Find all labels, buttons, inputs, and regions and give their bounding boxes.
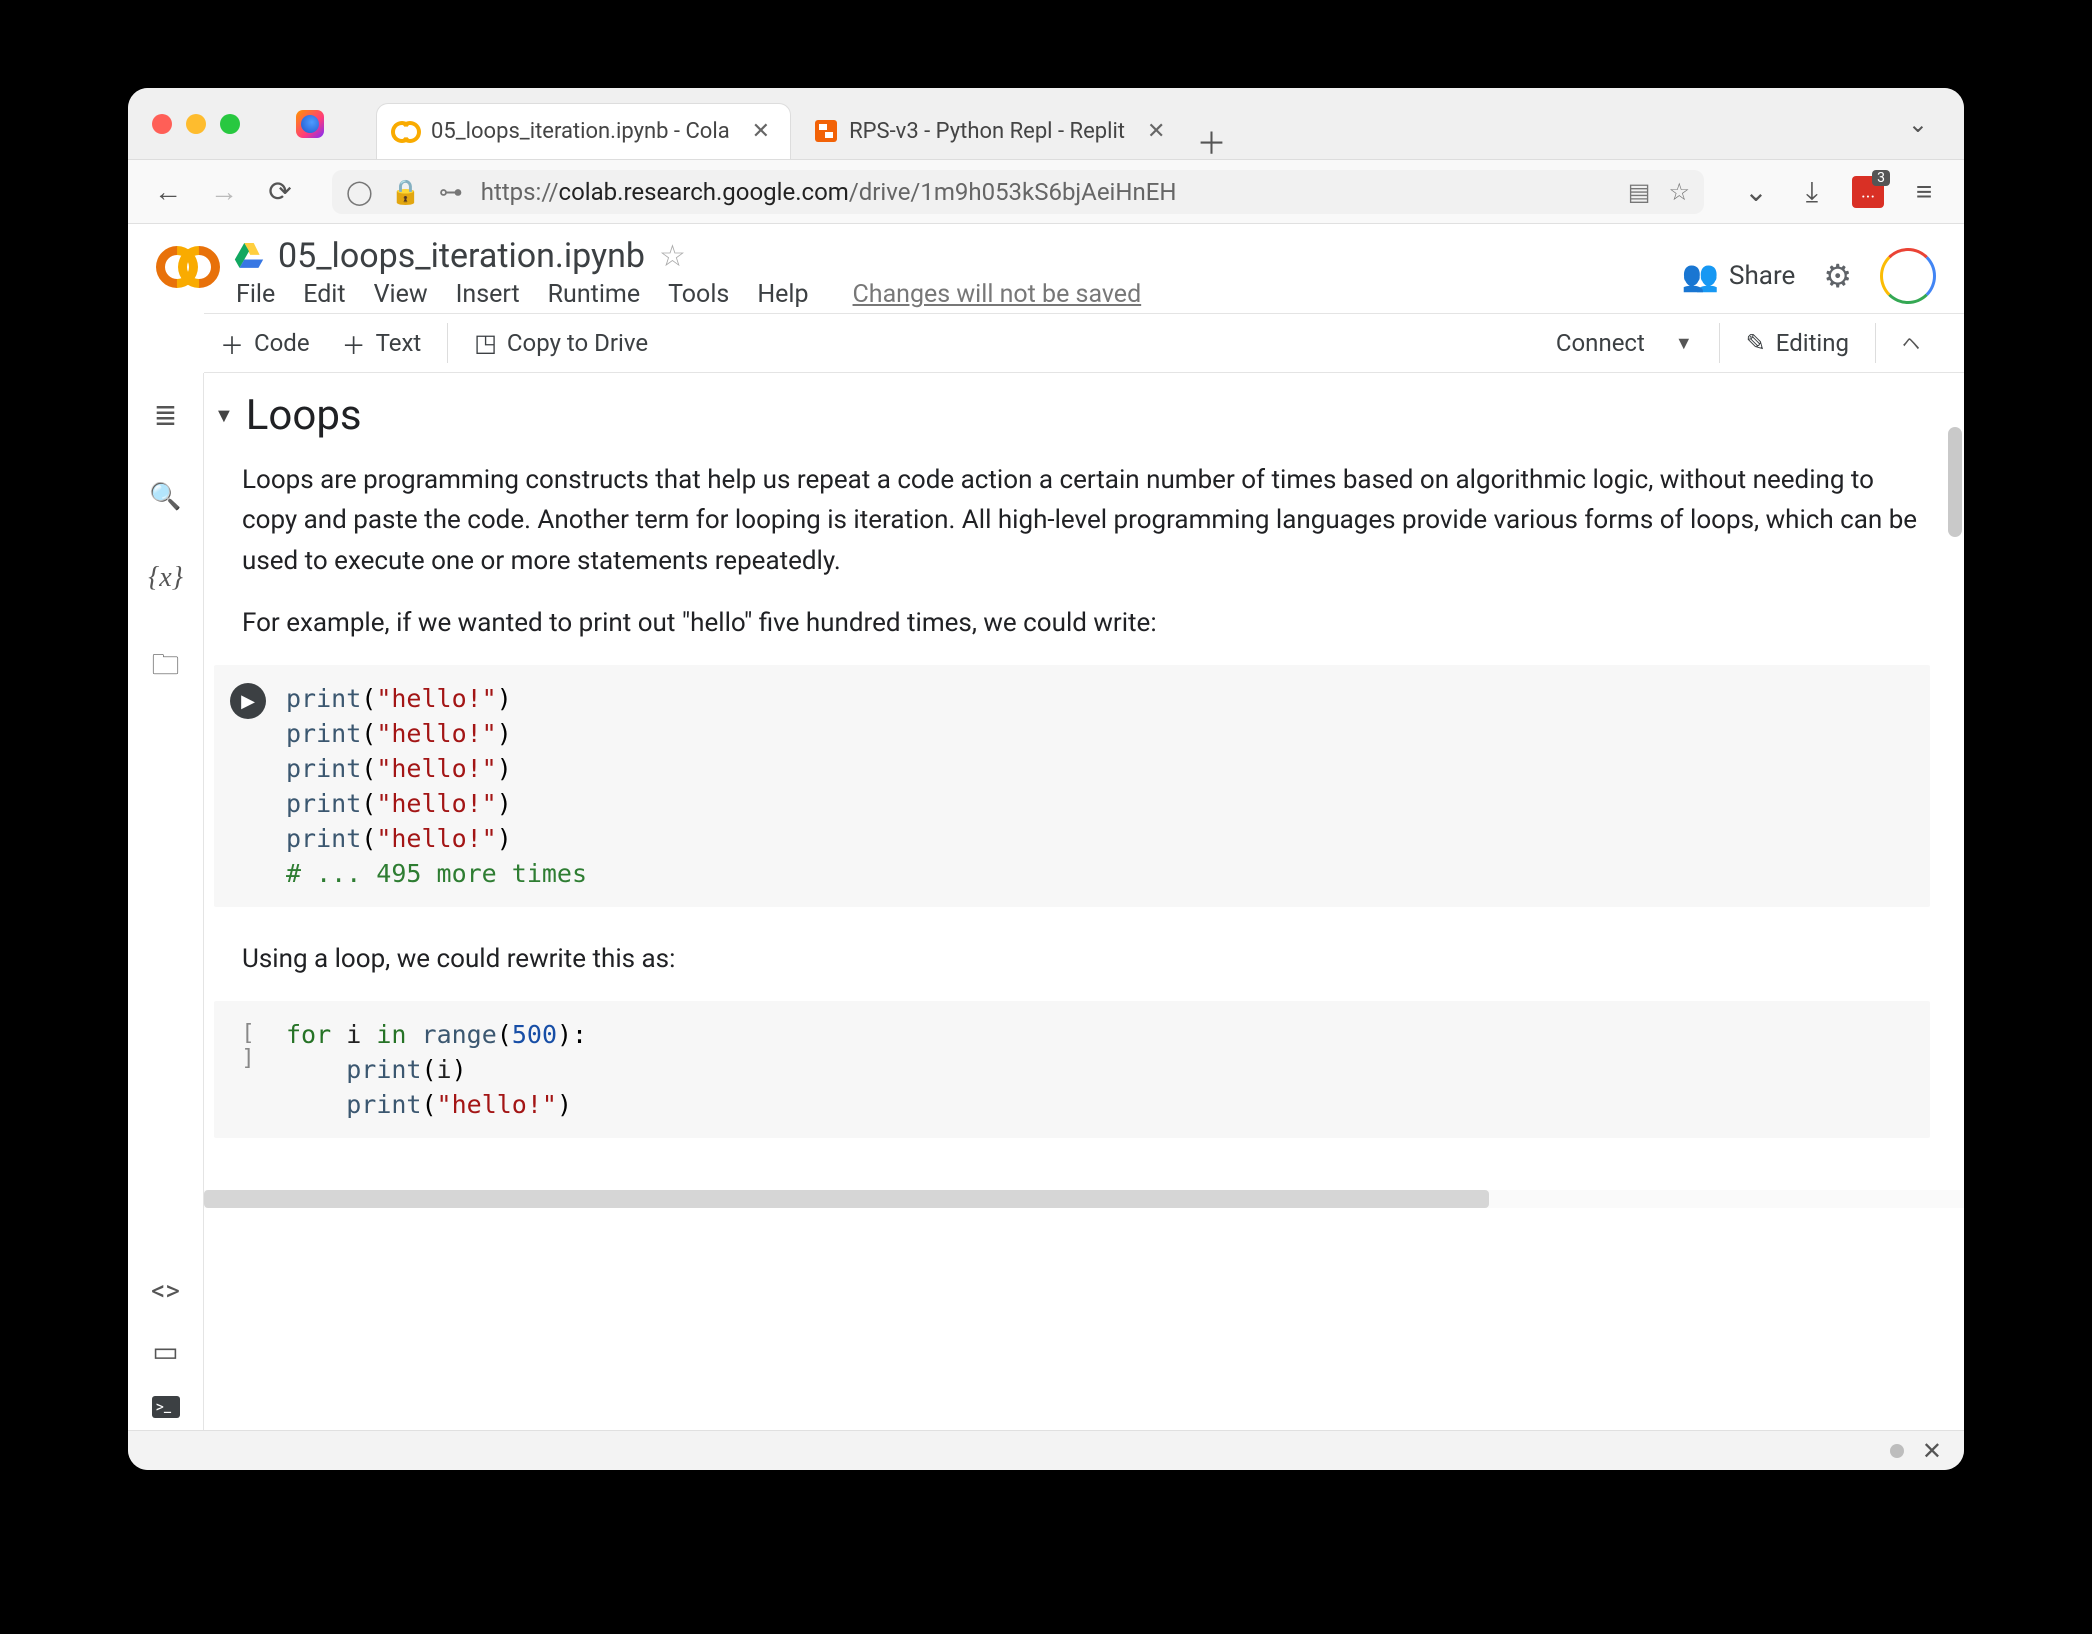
editing-mode-button[interactable]: ✎Editing [1730,329,1865,357]
heading-text: Loops [246,391,362,440]
vertical-scrollbar[interactable] [1948,427,1962,537]
browser-window: 05_loops_iteration.ipynb - Cola ✕ RPS-v3… [128,88,1964,1470]
run-cell-button[interactable]: ▶ [230,683,266,719]
horizontal-scrollbar[interactable] [204,1190,1964,1208]
colab-header: 05_loops_iteration.ipynb ☆ File Edit Vie… [128,224,1964,313]
paragraph: Loops are programming constructs that he… [214,460,1930,581]
drive-icon [234,243,264,269]
drive-icon: ◳ [474,329,497,357]
forward-button[interactable]: → [208,175,240,208]
files-icon[interactable]: 🗀 [151,644,179,692]
traffic-lights [152,114,240,134]
colab-logo-icon [156,246,220,288]
paragraph: For example, if we wanted to print out "… [214,603,1930,643]
copy-to-drive-button[interactable]: ◳Copy to Drive [458,329,664,357]
reload-button[interactable]: ⟳ [264,175,296,208]
add-code-button[interactable]: ＋Code [204,326,326,361]
paragraph: Using a loop, we could rewrite this as: [214,939,1930,979]
permissions-icon: ⊶ [439,178,463,206]
cell-prompt[interactable]: [ ] [230,1017,266,1122]
shield-icon: ◯ [346,178,373,206]
bookmark-star-icon[interactable]: ☆ [1668,178,1690,206]
chevron-up-icon: ヘ [1902,330,1920,356]
connect-button[interactable]: Connect▼ [1540,329,1709,357]
replit-favicon-icon [815,120,837,142]
titlebar-overflow[interactable]: ⌄ [1908,110,1948,138]
notebook-area[interactable]: ▼ Loops Loops are programming constructs… [204,373,1964,1430]
terminal-icon[interactable]: >_ [152,1396,180,1418]
collapse-button[interactable]: ヘ [1886,330,1936,356]
avatar[interactable] [1880,248,1936,304]
plus-icon: ＋ [342,326,366,361]
tab-replit[interactable]: RPS-v3 - Python Repl - Replit ✕ [799,103,1185,159]
toc-icon[interactable]: ≣ [154,399,177,432]
changes-status[interactable]: Changes will not be saved [853,280,1142,309]
settings-gear-icon[interactable]: ⚙ [1823,257,1852,295]
close-window[interactable] [152,114,172,134]
search-icon[interactable]: 🔍 [149,482,181,512]
back-button[interactable]: ← [152,175,184,208]
menu-file[interactable]: File [236,280,275,309]
menu-view[interactable]: View [374,280,428,309]
tab-title: RPS-v3 - Python Repl - Replit [849,119,1125,144]
separator [447,323,448,363]
close-tab-icon[interactable]: ✕ [1147,119,1165,144]
status-dot-icon [1890,1444,1904,1458]
share-button[interactable]: 👥 Share [1682,259,1796,294]
lock-icon: 🔒 [391,178,421,206]
markdown-cell: Using a loop, we could rewrite this as: [214,939,1930,979]
separator [1875,323,1876,363]
firefox-icon [296,110,324,138]
collapse-section-icon[interactable]: ▼ [214,403,234,428]
star-icon[interactable]: ☆ [659,239,686,274]
plus-icon: ＋ [220,326,244,361]
share-label: Share [1729,261,1795,291]
colab-app: 05_loops_iteration.ipynb ☆ File Edit Vie… [128,224,1964,1430]
people-icon: 👥 [1682,259,1719,294]
url-text: https://colab.research.google.com/drive/… [481,178,1177,206]
pencil-icon: ✎ [1746,329,1766,357]
code-content[interactable]: print("hello!") print("hello!") print("h… [286,681,587,891]
new-tab-button[interactable]: ＋ [1193,123,1229,159]
code-snippets-icon[interactable]: <> [151,1274,180,1307]
reader-mode-icon[interactable]: ▤ [1628,178,1651,206]
close-tab-icon[interactable]: ✕ [752,119,770,144]
pocket-icon[interactable]: ⌄ [1740,175,1772,208]
code-cell-2[interactable]: [ ] for i in range(500): print(i) print(… [214,1001,1930,1138]
separator [1719,323,1720,363]
downloads-icon[interactable]: ⤓ [1796,175,1828,209]
add-text-button[interactable]: ＋Text [326,326,438,361]
section-heading: ▼ Loops [214,391,1930,440]
colab-toolbar: ＋Code ＋Text ◳Copy to Drive Connect▼ ✎Edi… [204,313,1964,373]
close-status-icon[interactable]: ✕ [1922,1437,1942,1465]
titlebar: 05_loops_iteration.ipynb - Cola ✕ RPS-v3… [128,88,1964,160]
markdown-cell: Loops are programming constructs that he… [214,460,1930,643]
tab-colab[interactable]: 05_loops_iteration.ipynb - Cola ✕ [376,103,791,159]
minimize-window[interactable] [186,114,206,134]
doc-title-line: 05_loops_iteration.ipynb ☆ [234,236,1141,276]
url-toolbar: ← → ⟳ ◯ 🔒 ⊶ https://colab.research.googl… [128,160,1964,224]
code-content[interactable]: for i in range(500): print(i) print("hel… [286,1017,587,1122]
command-palette-icon[interactable]: ▭ [152,1335,178,1368]
notebook-filename[interactable]: 05_loops_iteration.ipynb [278,236,645,276]
extension-badge[interactable]: ··· [1852,176,1884,208]
menu-tools[interactable]: Tools [668,280,729,309]
tab-title: 05_loops_iteration.ipynb - Cola [431,119,730,144]
menu-help[interactable]: Help [757,280,808,309]
colab-body: ≣ 🔍 {x} 🗀 <> ▭ >_ ▼ Loops [128,373,1964,1430]
colab-favicon-icon [393,123,419,141]
menu-bar: File Edit View Insert Runtime Tools Help… [234,280,1141,309]
menu-insert[interactable]: Insert [456,280,520,309]
tab-strip: 05_loops_iteration.ipynb - Cola ✕ RPS-v3… [376,88,1229,159]
menu-runtime[interactable]: Runtime [548,280,640,309]
variables-icon[interactable]: {x} [148,562,183,594]
left-rail: ≣ 🔍 {x} 🗀 <> ▭ >_ [128,373,204,1430]
hamburger-menu-icon[interactable]: ≡ [1908,175,1940,208]
menu-edit[interactable]: Edit [303,280,345,309]
address-bar[interactable]: ◯ 🔒 ⊶ https://colab.research.google.com/… [332,170,1704,214]
code-cell-1[interactable]: ▶ print("hello!") print("hello!") print(… [214,665,1930,907]
chevron-down-icon: ▼ [1675,333,1693,354]
maximize-window[interactable] [220,114,240,134]
status-bar: ✕ [128,1430,1964,1470]
